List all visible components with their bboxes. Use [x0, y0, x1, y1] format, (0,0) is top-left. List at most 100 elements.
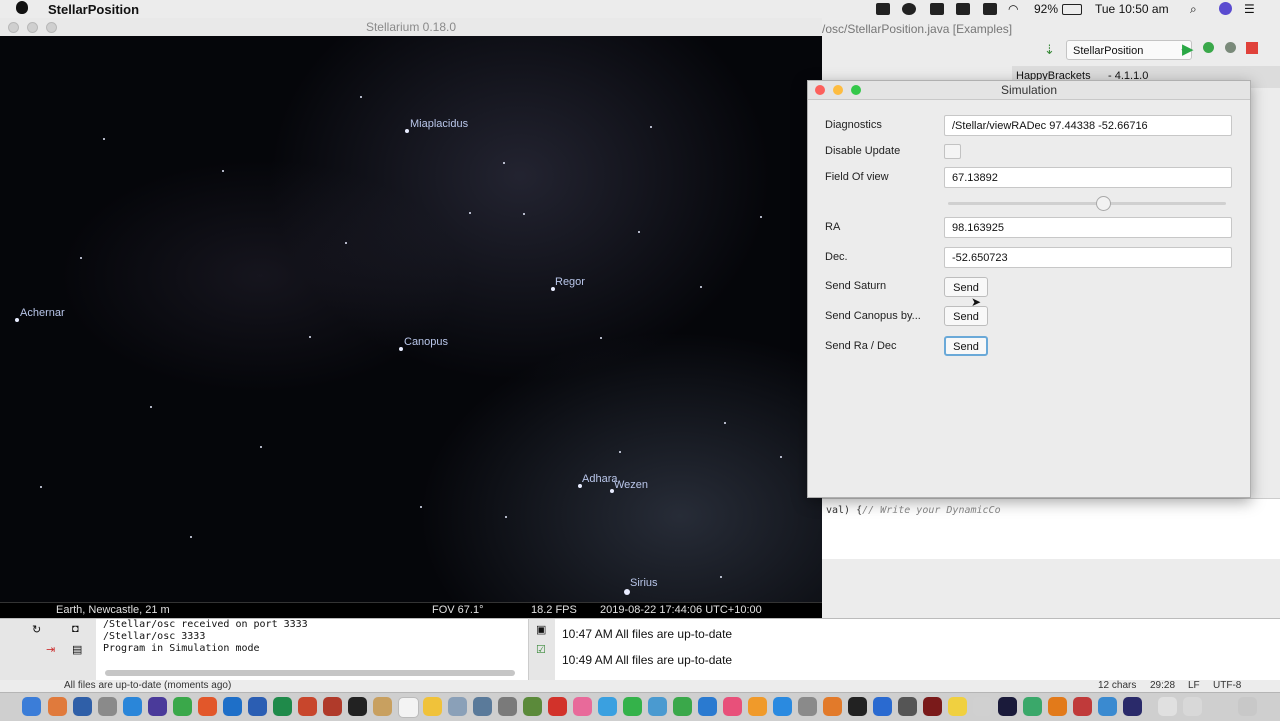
- firefox-icon[interactable]: [198, 697, 217, 716]
- settings-icon[interactable]: ▣: [536, 623, 546, 636]
- apple-icon[interactable]: [16, 1, 28, 14]
- event-log-line: 10:47 AM All files are up-to-date: [562, 627, 733, 641]
- excel-icon[interactable]: [273, 697, 292, 716]
- print-icon[interactable]: ▤: [72, 643, 82, 656]
- word-icon[interactable]: [248, 697, 267, 716]
- exit-icon[interactable]: ⇥: [46, 643, 55, 656]
- app-icon[interactable]: [1073, 697, 1092, 716]
- battery-percent[interactable]: 92%: [1034, 2, 1058, 16]
- send-radec-button[interactable]: Send: [944, 336, 988, 356]
- line-separator[interactable]: LF: [1188, 680, 1200, 691]
- clock[interactable]: Tue 10:50 am: [1095, 2, 1169, 16]
- terminal-icon[interactable]: [348, 697, 367, 716]
- sky-view[interactable]: Miaplacidus Achernar Regor Canopus Adhar…: [0, 36, 822, 602]
- wifi-icon[interactable]: ◠: [1008, 2, 1018, 16]
- stop-icon[interactable]: [1246, 42, 1258, 54]
- app-icon[interactable]: [898, 697, 917, 716]
- app-icon[interactable]: [323, 697, 342, 716]
- spotlight-search-icon[interactable]: ⌕: [1190, 2, 1197, 17]
- app-icon[interactable]: [1048, 697, 1067, 716]
- ra-field[interactable]: 98.163925: [944, 217, 1232, 238]
- app-icon[interactable]: [473, 697, 492, 716]
- intellij-icon[interactable]: [998, 697, 1017, 716]
- system-preferences-icon[interactable]: [798, 697, 817, 716]
- outlook-icon[interactable]: [223, 697, 242, 716]
- slider-thumb[interactable]: [1096, 196, 1112, 211]
- canopus-star[interactable]: [399, 347, 403, 351]
- messages-icon[interactable]: [598, 697, 617, 716]
- folder-icon[interactable]: [1183, 697, 1202, 716]
- app-icon[interactable]: [948, 697, 967, 716]
- sirius-star[interactable]: [624, 589, 630, 595]
- display-icon[interactable]: [956, 3, 970, 15]
- app-icon[interactable]: [1123, 697, 1142, 716]
- screen-recorder-icon[interactable]: [930, 3, 944, 15]
- run-icon[interactable]: ▶: [1182, 40, 1194, 58]
- app-icon[interactable]: [648, 697, 667, 716]
- safari-icon[interactable]: [123, 697, 142, 716]
- app-icon[interactable]: [848, 697, 867, 716]
- numbers-icon[interactable]: [673, 697, 692, 716]
- launchpad-icon[interactable]: [98, 697, 117, 716]
- app-icon[interactable]: [573, 697, 592, 716]
- caret-position[interactable]: 29:28: [1150, 680, 1175, 691]
- rerun-icon[interactable]: ↻: [32, 623, 41, 636]
- app-icon[interactable]: [523, 697, 542, 716]
- star: [650, 126, 652, 128]
- finder-icon[interactable]: [22, 697, 41, 716]
- miaplacidus-star[interactable]: [405, 129, 409, 133]
- notes-icon[interactable]: [423, 697, 442, 716]
- app-icon[interactable]: [498, 697, 517, 716]
- profile-icon[interactable]: [1225, 42, 1236, 53]
- disable-update-checkbox[interactable]: [944, 144, 961, 159]
- calendar-icon[interactable]: [398, 697, 419, 718]
- siri-icon[interactable]: [73, 697, 92, 716]
- books-icon[interactable]: [748, 697, 767, 716]
- tray-icon[interactable]: [983, 3, 997, 15]
- camera-icon[interactable]: ◘: [72, 623, 79, 635]
- camera-icon[interactable]: [876, 3, 890, 15]
- battery-icon[interactable]: [1062, 4, 1082, 15]
- app-icon[interactable]: [373, 697, 392, 716]
- horizontal-scrollbar[interactable]: [105, 670, 515, 676]
- downloads-icon[interactable]: [1158, 697, 1177, 716]
- debug-icon[interactable]: [1203, 42, 1214, 53]
- app-icon[interactable]: [973, 697, 992, 716]
- check-icon[interactable]: ☑: [536, 643, 546, 656]
- simulation-titlebar: Simulation: [808, 81, 1250, 100]
- app-icon[interactable]: [823, 697, 842, 716]
- diagnostics-field[interactable]: /Stellar/viewRADec 97.44338 -52.66716: [944, 115, 1232, 136]
- music-icon[interactable]: [723, 697, 742, 716]
- app-icon[interactable]: [873, 697, 892, 716]
- siri-icon[interactable]: [1219, 2, 1232, 15]
- acrobat-icon[interactable]: [548, 697, 567, 716]
- trash-icon[interactable]: [1238, 697, 1257, 716]
- photos-icon[interactable]: [48, 697, 67, 716]
- app-icon[interactable]: [148, 697, 167, 716]
- build-icon[interactable]: ⇣: [1044, 42, 1055, 58]
- app-menu-name[interactable]: StellarPosition: [48, 2, 139, 17]
- app-icon[interactable]: [1023, 697, 1042, 716]
- chrome-icon[interactable]: [173, 697, 192, 716]
- keynote-icon[interactable]: [698, 697, 717, 716]
- notification-center-icon[interactable]: ☰: [1244, 2, 1255, 16]
- file-encoding[interactable]: UTF-8: [1213, 680, 1241, 691]
- code-editor[interactable]: val) {// Write your DynamicCo: [822, 498, 1280, 559]
- app-icon[interactable]: [923, 697, 942, 716]
- send-canopus-button[interactable]: Send: [944, 306, 988, 326]
- app-icon[interactable]: [448, 697, 467, 716]
- star: [638, 231, 640, 233]
- dec-field[interactable]: -52.650723: [944, 247, 1232, 268]
- app-icon[interactable]: [1098, 697, 1117, 716]
- app-store-icon[interactable]: [773, 697, 792, 716]
- event-log[interactable]: ▣ ☑ 10:47 AM All files are up-to-date 10…: [528, 618, 1280, 681]
- send-saturn-button[interactable]: Send: [944, 277, 988, 297]
- run-console[interactable]: ↻ ◘ ▤ ⇥ /Stellar/osc received on port 33…: [0, 618, 528, 681]
- notification-icon[interactable]: [902, 3, 916, 15]
- facetime-icon[interactable]: [623, 697, 642, 716]
- powerpoint-icon[interactable]: [298, 697, 317, 716]
- field-of-view-field[interactable]: 67.13892: [944, 167, 1232, 188]
- achernar-star[interactable]: [15, 318, 19, 322]
- field-of-view-slider[interactable]: [948, 202, 1226, 205]
- run-configuration-select[interactable]: StellarPosition ▾: [1066, 40, 1192, 60]
